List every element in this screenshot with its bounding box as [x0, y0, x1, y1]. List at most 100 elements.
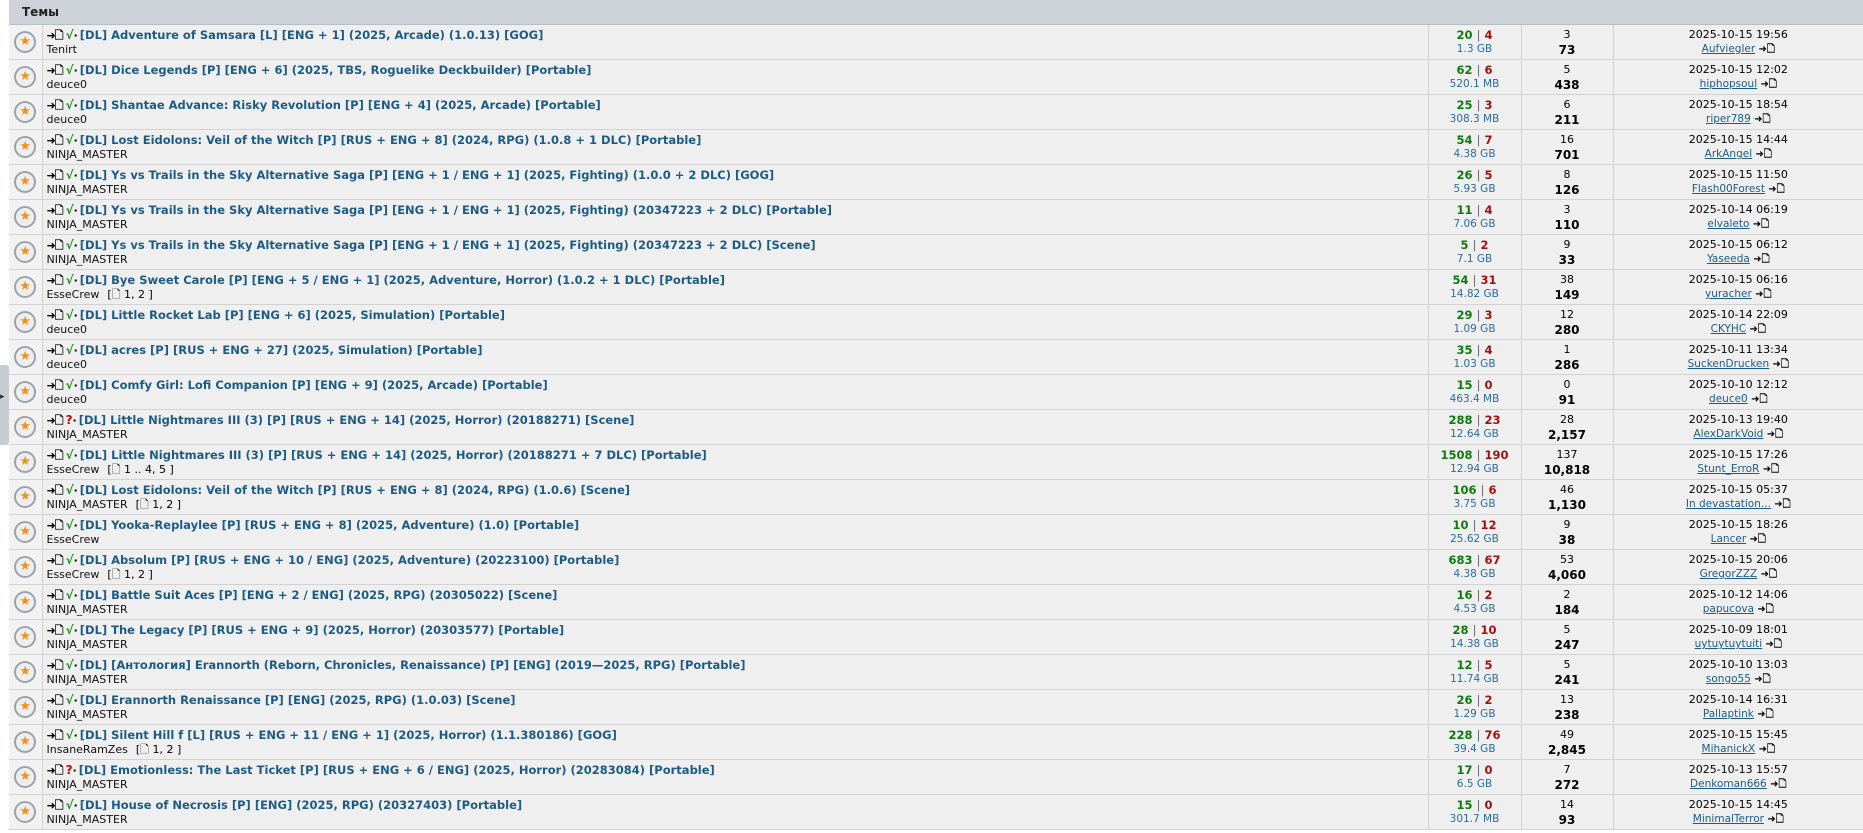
topic-author[interactable]: deuce0 — [47, 393, 88, 406]
arrow-doc-icon[interactable]: ➜🗋 — [47, 624, 64, 637]
last-post-user-link[interactable]: Lancer — [1711, 533, 1747, 545]
last-post-user-link[interactable]: yuracher — [1705, 288, 1752, 300]
topic-row[interactable]: ★ ➜🗋 √· [DL] Absolum [P] [RUS + ENG + 10 /… — [9, 549, 1863, 585]
goto-latest-icon[interactable]: ➜🗋 — [1749, 534, 1765, 545]
topic-row[interactable]: ★ ➜🗋 √· [DL] Comfy Girl: Lofi Companion [P… — [9, 374, 1863, 410]
arrow-doc-icon[interactable]: ➜🗋 — [47, 29, 64, 42]
torrent-size[interactable]: 1.09 GB — [1429, 323, 1521, 336]
goto-latest-icon[interactable]: ➜🗋 — [1751, 394, 1767, 405]
torrent-size[interactable]: 4.53 GB — [1429, 603, 1521, 616]
torrent-size[interactable]: 12.64 GB — [1429, 428, 1521, 441]
goto-latest-icon[interactable]: ➜🗋 — [1773, 359, 1789, 370]
topic-title-link[interactable]: [DL] Comfy Girl: Lofi Companion [P] [ENG… — [80, 378, 548, 392]
last-post-user-link[interactable]: uytuytuytuiti — [1695, 638, 1763, 650]
goto-latest-icon[interactable]: ➜🗋 — [1753, 219, 1769, 230]
torrent-size[interactable]: 463.4 MB — [1429, 393, 1521, 406]
last-post-user-link[interactable]: CKYHC — [1711, 323, 1746, 335]
topic-author[interactable]: NINJA_MASTER — [47, 183, 128, 196]
arrow-doc-icon[interactable]: ➜🗋 — [47, 134, 64, 147]
torrent-size[interactable]: 4.38 GB — [1429, 148, 1521, 161]
arrow-doc-icon[interactable]: ➜🗋 — [47, 799, 64, 812]
topic-pages[interactable]: [🗋 1, 2 ] — [136, 743, 181, 756]
last-post-user-link[interactable]: deuce0 — [1709, 393, 1748, 405]
topic-row[interactable]: ★ ➜🗋 √· [DL] Bye Sweet Carole [P] [ENG + 5… — [9, 269, 1863, 305]
topic-title-link[interactable]: [DL] Little Rocket Lab [P] [ENG + 6] (20… — [80, 308, 505, 322]
last-post-user-link[interactable]: Aufviegler — [1702, 43, 1755, 55]
topic-author[interactable]: deuce0 — [47, 113, 88, 126]
torrent-size[interactable]: 1.03 GB — [1429, 358, 1521, 371]
topic-pages[interactable]: [🗋 1 .. 4, 5 ] — [107, 463, 173, 476]
topic-author[interactable]: EsseCrew — [47, 463, 100, 476]
goto-latest-icon[interactable]: ➜🗋 — [1761, 569, 1777, 580]
topic-author[interactable]: NINJA_MASTER — [47, 708, 128, 721]
arrow-doc-icon[interactable]: ➜🗋 — [47, 659, 64, 672]
topic-pages[interactable]: [🗋 1, 2 ] — [107, 568, 152, 581]
topic-title-link[interactable]: [DL] The Legacy [P] [RUS + ENG + 9] (202… — [80, 623, 564, 637]
torrent-size[interactable]: 25.62 GB — [1429, 533, 1521, 546]
last-post-user-link[interactable]: Yaseeda — [1707, 253, 1750, 265]
torrent-size[interactable]: 11.74 GB — [1429, 673, 1521, 686]
torrent-size[interactable]: 12.94 GB — [1429, 463, 1521, 476]
topic-title-link[interactable]: [DL] Lost Eidolons: Veil of the Witch [P… — [80, 483, 630, 497]
arrow-doc-icon[interactable]: ➜🗋 — [47, 764, 64, 777]
topic-pages[interactable]: [🗋 1, 2 ] — [107, 288, 152, 301]
topic-author[interactable]: EsseCrew — [47, 288, 100, 301]
topic-author[interactable]: NINJA_MASTER — [47, 778, 128, 791]
topic-row[interactable]: ★ ➜🗋 √· [DL] Little Rocket Lab [P] [ENG + … — [9, 304, 1863, 340]
torrent-size[interactable]: 7.06 GB — [1429, 218, 1521, 231]
topic-author[interactable]: deuce0 — [47, 78, 88, 91]
last-post-user-link[interactable]: In devastation... — [1686, 498, 1771, 510]
last-post-user-link[interactable]: AlexDarkVoid — [1693, 428, 1763, 440]
torrent-size[interactable]: 520.1 MB — [1429, 78, 1521, 91]
topic-title-link[interactable]: [DL] Ys vs Trails in the Sky Alternative… — [80, 168, 774, 182]
topic-author[interactable]: NINJA_MASTER — [47, 638, 128, 651]
arrow-doc-icon[interactable]: ➜🗋 — [47, 554, 64, 567]
last-post-user-link[interactable]: MinimalTerror — [1693, 813, 1764, 825]
topic-row[interactable]: ★ ➜🗋 √· [DL] Ys vs Trails in the Sky Alter… — [9, 164, 1863, 200]
topic-author[interactable]: deuce0 — [47, 358, 88, 371]
topic-title-link[interactable]: [DL] Shantae Advance: Risky Revolution [… — [80, 98, 601, 112]
arrow-doc-icon[interactable]: ➜🗋 — [47, 589, 64, 602]
arrow-doc-icon[interactable]: ➜🗋 — [47, 239, 64, 252]
arrow-doc-icon[interactable]: ➜🗋 — [47, 694, 64, 707]
topic-row[interactable]: ★ ➜🗋 √· [DL] Battle Suit Aces [P] [ENG + 2… — [9, 584, 1863, 620]
last-post-user-link[interactable]: Stunt_ErroR — [1697, 463, 1759, 475]
topic-title-link[interactable]: [DL] Ys vs Trails in the Sky Alternative… — [80, 238, 816, 252]
topic-title-link[interactable]: [DL] Dice Legends [P] [ENG + 6] (2025, T… — [80, 63, 592, 77]
torrent-size[interactable]: 5.93 GB — [1429, 183, 1521, 196]
topic-title-link[interactable]: [DL] Adventure of Samsara [L] [ENG + 1] … — [80, 28, 544, 42]
goto-latest-icon[interactable]: ➜🗋 — [1767, 814, 1783, 825]
goto-latest-icon[interactable]: ➜🗋 — [1757, 709, 1773, 720]
topic-author[interactable]: NINJA_MASTER — [47, 148, 128, 161]
sidebar-handle[interactable] — [0, 365, 9, 445]
topic-row[interactable]: ★ ➜🗋 √· [DL] Dice Legends [P] [ENG + 6] (2… — [9, 59, 1863, 95]
topic-title-link[interactable]: [DL] Silent Hill f [L] [RUS + ENG + 11 /… — [80, 728, 617, 742]
topic-title-link[interactable]: [DL] Erannorth Renaissance [P] [ENG] (20… — [80, 693, 516, 707]
arrow-doc-icon[interactable]: ➜🗋 — [47, 169, 64, 182]
last-post-user-link[interactable]: hiphopsoul — [1700, 78, 1757, 90]
goto-latest-icon[interactable]: ➜🗋 — [1758, 44, 1774, 55]
last-post-user-link[interactable]: riper789 — [1706, 113, 1751, 125]
topic-row[interactable]: ★ ➜🗋 √· [DL] Silent Hill f [L] [RUS + ENG … — [9, 724, 1863, 760]
goto-latest-icon[interactable]: ➜🗋 — [1754, 114, 1770, 125]
last-post-user-link[interactable]: papucova — [1703, 603, 1754, 615]
goto-latest-icon[interactable]: ➜🗋 — [1768, 184, 1784, 195]
topic-title-link[interactable]: [DL] Bye Sweet Carole [P] [ENG + 5 / ENG… — [80, 273, 725, 287]
arrow-doc-icon[interactable]: ➜🗋 — [47, 344, 64, 357]
arrow-doc-icon[interactable]: ➜🗋 — [47, 519, 64, 532]
topic-author[interactable]: NINJA_MASTER — [47, 428, 128, 441]
topic-title-link[interactable]: [DL] [Антология] Erannorth (Reborn, Chro… — [80, 658, 746, 672]
topic-row[interactable]: ★ ➜🗋 √· [DL] Ys vs Trails in the Sky Alter… — [9, 234, 1863, 270]
topic-pages[interactable]: [🗋 1, 2 ] — [136, 498, 181, 511]
topic-row[interactable]: ★ ➜🗋 √· [DL] acres [P] [RUS + ENG + 27] (2… — [9, 339, 1863, 375]
arrow-doc-icon[interactable]: ➜🗋 — [47, 449, 64, 462]
topic-author[interactable]: EsseCrew — [47, 533, 100, 546]
topic-row[interactable]: ★ ➜🗋 ?· [DL] Emotionless: The Last Ticket … — [9, 759, 1863, 795]
arrow-doc-icon[interactable]: ➜🗋 — [47, 484, 64, 497]
topic-row[interactable]: ★ ➜🗋 √· [DL] Adventure of Samsara [L] [ENG… — [9, 24, 1863, 60]
topic-title-link[interactable]: [DL] Emotionless: The Last Ticket [P] [R… — [79, 763, 715, 777]
goto-latest-icon[interactable]: ➜🗋 — [1753, 254, 1769, 265]
topic-row[interactable]: ★ ➜🗋 √· [DL] Lost Eidolons: Veil of the Wi… — [9, 479, 1863, 515]
topic-author[interactable]: Tenirt — [47, 43, 77, 56]
goto-latest-icon[interactable]: ➜🗋 — [1766, 639, 1782, 650]
